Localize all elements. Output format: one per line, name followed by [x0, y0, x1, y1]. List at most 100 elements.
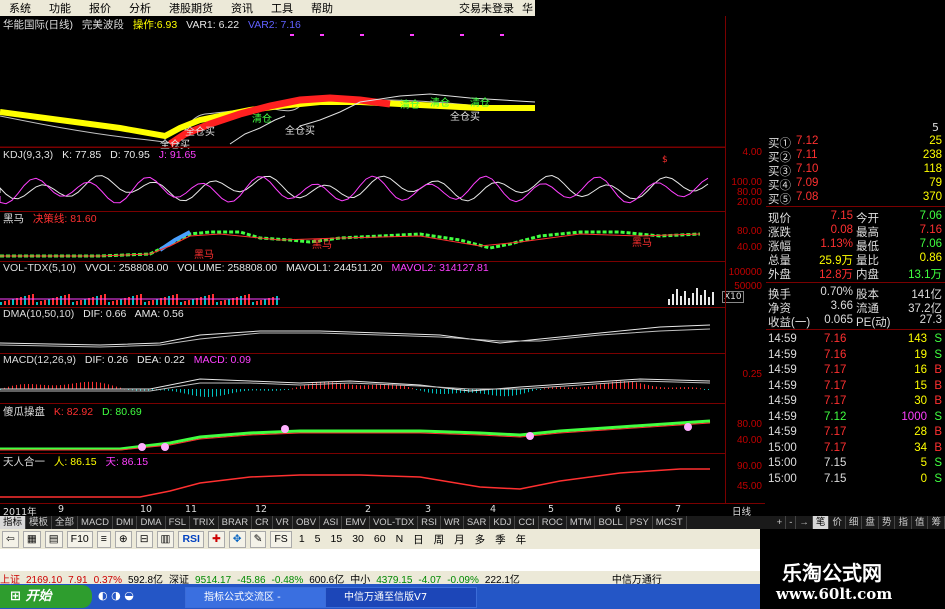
right-tab-5[interactable]: 细 — [846, 516, 863, 529]
menu-function[interactable]: 功能 — [40, 0, 80, 16]
tab-obv[interactable]: OBV — [293, 516, 321, 529]
tab-dma[interactable]: DMA — [137, 516, 166, 529]
kdj-pane[interactable]: KDJ(9,3,3) K: 77.85 D: 70.95 J: 91.65 $ — [0, 147, 725, 212]
tool-chart-icon[interactable]: ▦ — [22, 530, 41, 548]
tab-cr[interactable]: CR — [252, 516, 273, 529]
tab-emv[interactable]: EMV — [342, 516, 370, 529]
menu-hk-futures[interactable]: 港股期货 — [160, 0, 222, 16]
tab-psy[interactable]: PSY — [627, 516, 653, 529]
period-60min[interactable]: 60 — [374, 533, 386, 545]
menu-quote[interactable]: 报价 — [80, 0, 120, 16]
tab-cci[interactable]: CCI — [515, 516, 539, 529]
main-price-pane[interactable]: 华能国际(日线) 完美波段 操作:6.93 VAR1: 6.22 VAR2: 7… — [0, 16, 725, 151]
right-tab-9[interactable]: 值 — [912, 516, 929, 529]
tab-rsi[interactable]: RSI — [418, 516, 441, 529]
tool-table-icon[interactable]: ▥ — [156, 530, 175, 548]
right-tab-3[interactable]: 笔 — [812, 516, 830, 529]
macd-bar — [600, 384, 601, 389]
volume-pane[interactable]: VOL-TDX(5,10) VVOL: 258808.00 VOLUME: 25… — [0, 261, 744, 308]
macd-bar — [332, 382, 333, 389]
bid-row[interactable]: 买① 7.12 25 — [766, 135, 945, 150]
bid-row[interactable]: 买③ 7.10 118 — [766, 163, 945, 178]
menu-tools[interactable]: 工具 — [262, 0, 302, 16]
tianren-pane[interactable]: 天人合一 人: 86.15 天: 86.15 — [0, 453, 725, 504]
tab-mtm[interactable]: MTM — [567, 516, 596, 529]
right-tab-1[interactable]: - — [786, 516, 797, 529]
right-tab-0[interactable]: + — [774, 516, 787, 529]
tab-vr[interactable]: VR — [273, 516, 293, 529]
macd-pane[interactable]: MACD(12,26,9) DIF: 0.26 DEA: 0.22 MACD: … — [0, 353, 725, 404]
bid-row[interactable]: 买② 7.11 238 — [766, 149, 945, 164]
tab-kdj[interactable]: KDJ — [490, 516, 516, 529]
heima-pane[interactable]: 黑马 决策线: 81.60 黑马 黑马 黑马 — [0, 210, 725, 262]
menu-analysis[interactable]: 分析 — [120, 0, 160, 16]
tick-side: B — [934, 364, 942, 376]
period-30min[interactable]: 30 — [352, 533, 364, 545]
tool-move-icon[interactable]: ✥ — [228, 530, 246, 548]
menu-system[interactable]: 系统 — [0, 0, 40, 16]
tool-rsi-icon[interactable]: RSI — [178, 530, 204, 548]
taskbar-item-forum[interactable]: 指标公式交流区 - — [185, 587, 337, 608]
period-15min[interactable]: 15 — [331, 533, 343, 545]
tab-trix[interactable]: TRIX — [190, 516, 219, 529]
macd-bar — [264, 389, 265, 391]
right-tab-8[interactable]: 指 — [895, 516, 912, 529]
vol-y-100000: 100000 — [728, 267, 762, 278]
period-year[interactable]: 年 — [516, 532, 527, 547]
tab-roc[interactable]: ROC — [539, 516, 567, 529]
x-label-7: 7 — [675, 504, 682, 515]
bid-row[interactable]: 买④ 7.09 79 — [766, 177, 945, 192]
tab-asi[interactable]: ASI — [320, 516, 343, 529]
start-button[interactable]: ⊞ 开始 — [0, 585, 92, 608]
stat-value-2: 7.06 — [919, 238, 942, 250]
tab-sar[interactable]: SAR — [464, 516, 491, 529]
period-day[interactable]: 日 — [413, 532, 424, 547]
period-n[interactable]: N — [396, 533, 404, 545]
macd-bar — [200, 389, 201, 397]
right-tab-4[interactable]: 价 — [829, 516, 846, 529]
trade-login-status[interactable]: 交易未登录 — [450, 0, 520, 16]
right-tab-10[interactable]: 筹 — [928, 516, 945, 529]
bid-row[interactable]: 买⑤ 7.08 370 — [766, 191, 945, 206]
menu-help[interactable]: 帮助 — [302, 0, 342, 16]
tool-list-icon[interactable]: ≡ — [96, 530, 111, 548]
shagua-chart — [0, 419, 711, 451]
tab-boll[interactable]: BOLL — [595, 516, 627, 529]
tool-f10-icon[interactable]: F10 — [66, 530, 93, 548]
taskbar-item-app[interactable]: 中信万通至信版V7 — [325, 587, 477, 608]
tab-全部[interactable]: 全部 — [52, 516, 79, 529]
tab-macd[interactable]: MACD — [78, 516, 114, 529]
right-tab-6[interactable]: 盘 — [862, 516, 879, 529]
tool-back-icon[interactable]: ⇦ — [2, 530, 19, 548]
quicklaunch-icons[interactable]: ◐ ◑ ◒ — [98, 589, 134, 602]
tab-vol-tdx[interactable]: VOL-TDX — [370, 516, 419, 529]
period-month[interactable]: 月 — [454, 532, 465, 547]
tab-brar[interactable]: BRAR — [219, 516, 253, 529]
tab-wr[interactable]: WR — [441, 516, 464, 529]
right-tab-7[interactable]: 势 — [879, 516, 896, 529]
volume-bar — [156, 299, 158, 305]
shagua-pane[interactable]: 傻瓜操盘 K: 82.92 D: 80.69 — [0, 403, 725, 454]
tab-指标[interactable]: 指标 — [0, 516, 27, 529]
dma-pane[interactable]: DMA(10,50,10) DIF: 0.66 AMA: 0.56 — [0, 307, 725, 354]
period-multi[interactable]: 多 — [475, 532, 486, 547]
tab-mcst[interactable]: MCST — [653, 516, 687, 529]
tool-pin-icon[interactable]: ✚ — [207, 530, 225, 548]
period-5min[interactable]: 5 — [315, 533, 321, 545]
period-quarter[interactable]: 季 — [495, 532, 506, 547]
tool-ruler-icon[interactable]: ⊟ — [135, 530, 153, 548]
tool-zoom-icon[interactable]: ⊕ — [114, 530, 132, 548]
period-1min[interactable]: 1 — [299, 533, 305, 545]
tool-fs-icon[interactable]: FS — [270, 530, 292, 548]
tab-dmi[interactable]: DMI — [113, 516, 138, 529]
period-week[interactable]: 周 — [434, 532, 445, 547]
volume-bar — [228, 299, 230, 305]
tab-模板[interactable]: 模板 — [26, 516, 53, 529]
tool-pen-icon[interactable]: ✎ — [249, 530, 267, 548]
menu-info[interactable]: 资讯 — [222, 0, 262, 16]
macd-bar — [252, 389, 253, 391]
indicator-tab-bar: 指标 模板 全部 MACD DMI DMA FSL TRIX BRAR CR VR OBV ASI EMV… — [0, 516, 945, 529]
tab-fsl[interactable]: FSL — [166, 516, 191, 529]
tool-grid-icon[interactable]: ▤ — [44, 530, 63, 548]
right-tab-2[interactable]: → — [796, 516, 813, 529]
